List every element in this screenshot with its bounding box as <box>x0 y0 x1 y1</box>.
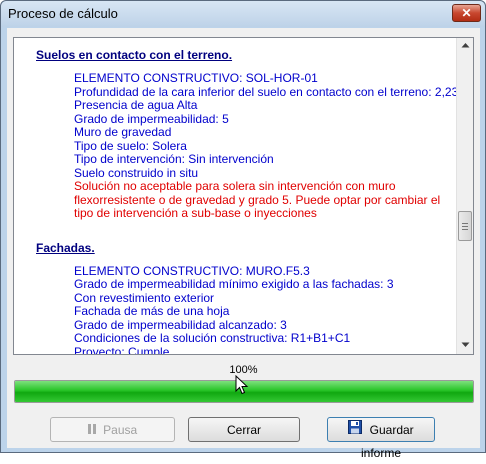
window-title: Proceso de cálculo <box>8 6 118 21</box>
report-line: Grado de impermeabilidad: 5 <box>74 111 229 126</box>
report-line: Profundidad de la cara inferior del suel… <box>74 84 457 99</box>
close-button[interactable]: Cerrar <box>188 417 300 442</box>
report-line: Tipo de suelo: Solera <box>74 138 187 153</box>
pause-button-label: Pausa <box>103 422 138 437</box>
close-button-label: Cerrar <box>226 422 261 437</box>
section-items: ELEMENTO CONSTRUCTIVO: MURO.F5.3 Grado d… <box>36 263 457 354</box>
mouse-cursor-icon <box>235 375 249 395</box>
scroll-thumb[interactable] <box>458 211 472 241</box>
report-line: Con revestimiento exterior <box>74 290 215 305</box>
save-button-label: Guardar informe <box>360 422 414 460</box>
pause-icon <box>87 419 96 441</box>
dialog-client-area: Suelos en contacto con el terreno. ELEME… <box>7 28 480 460</box>
calculation-process-window: Proceso de cálculo ✕ Suelos en contacto … <box>0 0 486 460</box>
report-panel: Suelos en contacto con el terreno. ELEME… <box>13 37 474 355</box>
close-window-button[interactable]: ✕ <box>452 4 481 22</box>
chevron-up-icon <box>461 43 469 48</box>
report-line: Muro de gravedad <box>74 125 172 139</box>
report-line: ELEMENTO CONSTRUCTIVO: MURO.F5.3 <box>74 263 310 278</box>
pause-button[interactable]: Pausa <box>50 417 175 442</box>
grip-line <box>462 226 468 227</box>
section-title: Fachadas. <box>36 240 95 255</box>
report-line: ELEMENTO CONSTRUCTIVO: SOL-HOR-01 <box>74 71 318 85</box>
report-content: Suelos en contacto con el terreno. ELEME… <box>14 38 457 354</box>
grip-line <box>462 229 468 230</box>
section-title: Suelos en contacto con el terreno. <box>36 48 233 62</box>
report-line: Grado de impermeabilidad alcanzado: 3 <box>74 317 287 332</box>
floppy-disk-icon <box>348 419 363 441</box>
report-line: Tipo de intervención: Sin intervención <box>74 152 274 166</box>
close-icon: ✕ <box>461 6 472 20</box>
report-line: Presencia de agua Alta <box>74 98 198 112</box>
report-line: Fachada de más de una hoja <box>74 304 230 318</box>
scroll-down-arrow[interactable] <box>457 338 473 354</box>
vertical-scrollbar[interactable] <box>456 38 473 354</box>
report-line: Grado de impermeabilidad mínimo exigido … <box>74 277 394 291</box>
section-items: ELEMENTO CONSTRUCTIVO: SOL-HOR-01 Profun… <box>36 71 457 221</box>
report-line: Condiciones de la solución constructiva:… <box>74 331 351 345</box>
chevron-down-icon <box>461 342 469 347</box>
grip-line <box>462 223 468 224</box>
scroll-up-arrow[interactable] <box>457 38 473 54</box>
save-report-button[interactable]: Guardar informe <box>327 417 435 460</box>
report-line: Proyecto: Cumple <box>74 344 170 354</box>
title-bar: Proceso de cálculo ✕ <box>1 1 485 27</box>
report-line: Suelo construido in situ <box>74 165 199 180</box>
error-message: Solución no aceptable para solera sin in… <box>74 179 441 220</box>
